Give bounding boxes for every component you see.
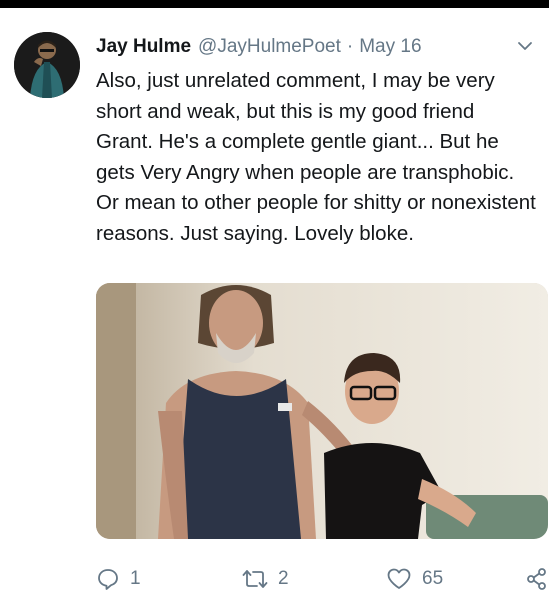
retweet-icon: [242, 570, 268, 588]
retweet-count: 2: [278, 568, 289, 589]
share-button[interactable]: [526, 562, 548, 596]
author-name[interactable]: Jay Hulme: [96, 36, 191, 58]
share-icon: [527, 568, 546, 590]
chevron-down-icon[interactable]: [515, 36, 535, 56]
status-bar-edge: [0, 0, 549, 8]
heart-icon: [387, 568, 411, 589]
reply-icon: [98, 569, 118, 590]
tweet-header: Jay Hulme @JayHulmePoet · May 16: [96, 34, 535, 60]
like-button[interactable]: 65: [386, 562, 443, 596]
avatar[interactable]: [14, 32, 80, 98]
tweet-actions: 1 2 65: [96, 562, 549, 596]
tweet-text: Also, just unrelated comment, I may be v…: [96, 69, 536, 245]
reply-count: 1: [130, 568, 141, 589]
tweet-photo[interactable]: [96, 283, 548, 539]
photo-image: [96, 283, 548, 539]
like-count: 65: [422, 568, 444, 589]
avatar-image: [14, 32, 80, 98]
separator: ·: [346, 36, 354, 57]
author-handle[interactable]: @JayHulmePoet: [198, 36, 341, 58]
reply-button[interactable]: 1: [96, 562, 141, 596]
tweet-date[interactable]: May 16: [359, 36, 421, 58]
retweet-button[interactable]: 2: [242, 562, 289, 596]
